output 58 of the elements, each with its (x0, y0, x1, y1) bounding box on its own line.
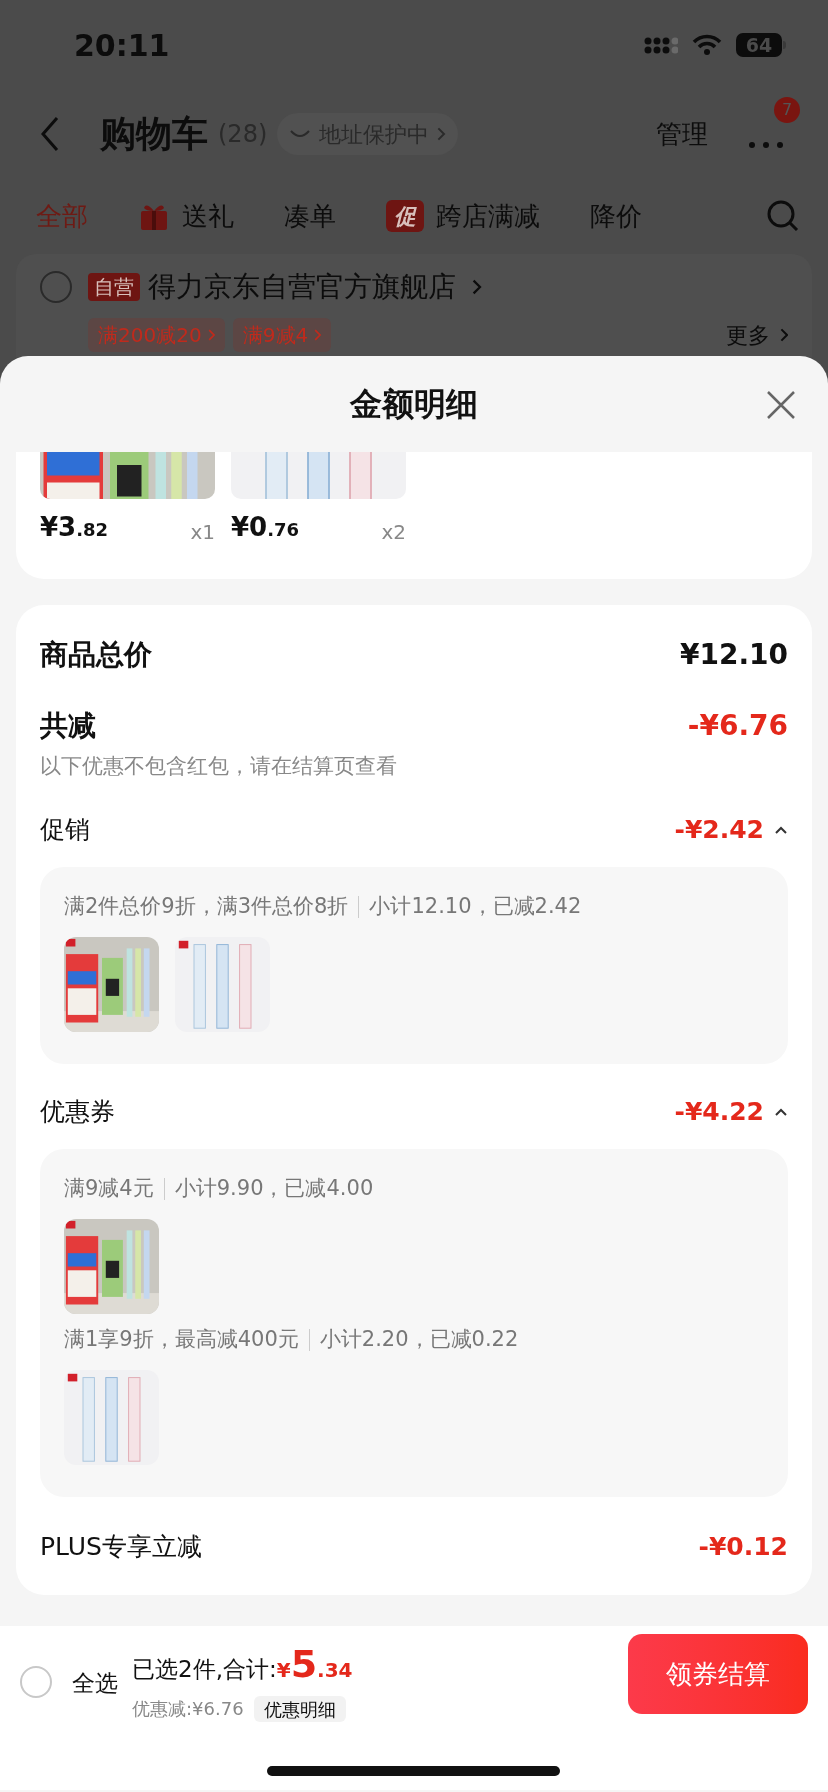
discount-subtotal: 小计2.20，已减0.22 (319, 1326, 519, 1354)
product-quantity: x1 (190, 519, 215, 546)
discount-rule: 满9减4元 (64, 1175, 154, 1203)
section-title: 优惠券 (40, 1096, 115, 1129)
plus-discount-label: PLUS专享立减 (40, 1531, 202, 1564)
chevron-icon (207, 329, 215, 341)
discount-subtotal: 小计12.10，已减2.42 (369, 893, 582, 921)
page-title: 购物车 (100, 112, 208, 156)
select-all-label: 全选 (72, 1669, 118, 1698)
selected-summary: 已选2件,合计: (132, 1655, 277, 1684)
filter-tab[interactable]: 全部 (36, 196, 88, 236)
discount-subtotal: 小计9.90，已减4.00 (174, 1175, 374, 1203)
total-amount: ¥5.34 (276, 1641, 353, 1688)
store-badge: 自营 (88, 273, 140, 301)
total-value: ¥12.10 (679, 637, 788, 673)
promo-tag[interactable]: 满200减20 (88, 318, 225, 352)
smile-icon (289, 129, 312, 139)
close-icon[interactable] (766, 390, 796, 420)
discount-value: -¥6.76 (687, 708, 788, 744)
filter-tab[interactable]: 送礼 (138, 196, 234, 236)
filter-tab[interactable]: 降价 (590, 196, 642, 236)
collapse-icon (774, 825, 788, 835)
more-icon[interactable] (748, 141, 784, 149)
discount-label: 共减 (40, 708, 96, 744)
plus-discount-value: -¥0.12 (698, 1531, 788, 1564)
back-icon[interactable] (40, 116, 60, 152)
product-price: ¥3.82 (40, 511, 109, 544)
section-amount: -¥2.42 (674, 814, 764, 847)
chevron-icon (437, 127, 446, 141)
promo-tag[interactable]: 满9减4 (232, 318, 332, 352)
search-icon[interactable] (766, 199, 800, 233)
product-price: ¥0.76 (231, 511, 300, 544)
chevron-icon (472, 279, 482, 295)
sheet-title: 金额明细 (350, 384, 478, 425)
discount-summary: 优惠减:¥6.76 (132, 1697, 244, 1721)
notification-badge: 7 (774, 97, 800, 123)
promo-badge: 促 (386, 200, 424, 232)
filter-tab[interactable]: 促 跨店满减 (386, 196, 540, 236)
discount-note: 以下优惠不包含红包，请在结算页查看 (40, 753, 397, 781)
more-link[interactable]: 更多 (725, 318, 770, 352)
store-checkbox[interactable] (40, 271, 72, 303)
wifi-icon (692, 34, 722, 56)
select-all-checkbox[interactable] (20, 1666, 52, 1698)
section-amount: -¥4.22 (674, 1096, 764, 1129)
filter-tab[interactable]: 凑单 (284, 196, 336, 236)
status-time: 20:11 (74, 26, 170, 65)
chevron-icon (779, 328, 788, 342)
discount-detail-button[interactable]: 优惠明细 (253, 1695, 346, 1722)
checkout-button[interactable]: 领券结算 (628, 1634, 808, 1714)
chevron-icon (314, 329, 322, 341)
store-name[interactable]: 得力京东自营官方旗舰店 (148, 266, 456, 308)
discount-rule: 满1享9折，最高减400元 (64, 1326, 299, 1354)
manage-link[interactable]: 管理 (656, 114, 708, 154)
collapse-icon (774, 1107, 788, 1117)
discount-rule: 满2件总价9折，满3件总价8折 (64, 893, 349, 921)
total-label: 商品总价 (40, 637, 152, 673)
section-title: 促销 (40, 814, 90, 847)
product-quantity: x2 (381, 519, 406, 546)
